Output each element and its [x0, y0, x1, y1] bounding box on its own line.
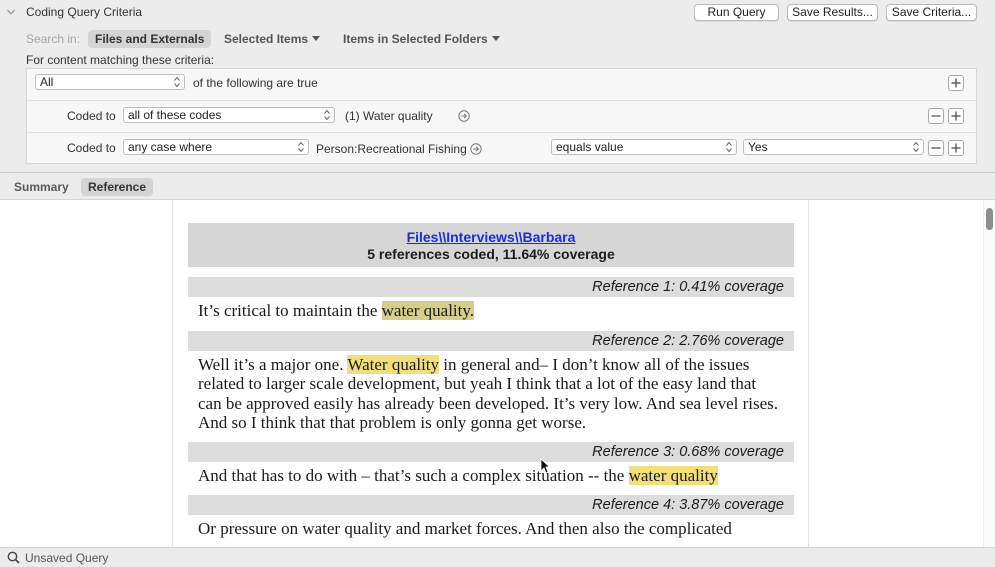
add-criterion-button[interactable]: [948, 140, 964, 156]
view-tab-bar: Summary Reference: [0, 172, 995, 200]
text-line: can be approved easily has already been …: [198, 393, 778, 413]
coded-highlight: water quality: [628, 466, 718, 485]
caret-down-icon: [491, 36, 500, 41]
scrollbar-thumb[interactable]: [986, 208, 993, 230]
value-select-value: Yes: [748, 140, 768, 154]
text-line: And so I think that that problem is only…: [198, 412, 587, 432]
updown-arrows-icon: [298, 141, 304, 153]
coded-to-label: Coded to: [67, 109, 116, 123]
selected-code-label: (1) Water quality: [345, 109, 433, 123]
plus-icon: [951, 111, 961, 121]
file-link[interactable]: Files\\Interviews\\Barbara: [188, 229, 794, 246]
minus-icon: [931, 115, 941, 117]
updown-arrows-icon: [913, 141, 919, 153]
add-criterion-button[interactable]: [948, 75, 964, 91]
criteria-row-match: All of the following are true: [27, 69, 976, 101]
reference-header: Reference 4: 3.87% coverage: [188, 495, 794, 515]
criteria-row-codes: Coded to all of these codes (1) Water qu…: [27, 100, 976, 132]
reference-text: It’s critical to maintain the water qual…: [198, 301, 798, 320]
coded-highlight: water quality.: [381, 301, 475, 320]
criteria-row-case: Coded to any case where Person:Recreatio…: [27, 132, 976, 164]
file-header: Files\\Interviews\\Barbara 5 references …: [188, 223, 794, 267]
codes-operator-select[interactable]: all of these codes: [123, 107, 335, 123]
comparison-select[interactable]: equals value: [551, 139, 737, 155]
search-in-label: Search in:: [26, 32, 81, 46]
plus-icon: [951, 143, 961, 153]
page-left-edge: [172, 200, 173, 547]
text-run: And that has to do with – that’s such a …: [198, 466, 629, 485]
circle-arrow-right-icon[interactable]: [470, 143, 482, 155]
reference-text: Well it’s a major one. Water quality in …: [198, 355, 798, 432]
vertical-scrollbar[interactable]: [983, 200, 995, 547]
text-run: Well it’s a major one.: [198, 355, 348, 374]
reference-header: Reference 1: 0.41% coverage: [188, 277, 794, 297]
plus-icon: [951, 78, 961, 88]
tab-summary[interactable]: Summary: [7, 178, 76, 196]
add-criterion-button[interactable]: [948, 108, 964, 124]
attribute-label: Person:Recreational Fishing: [316, 142, 467, 156]
match-mode-value: All: [40, 75, 54, 89]
panel-title: Coding Query Criteria: [26, 5, 143, 19]
circle-arrow-right-icon[interactable]: [458, 110, 470, 122]
mouse-pointer-icon: [540, 458, 550, 474]
run-query-button[interactable]: Run Query: [694, 4, 779, 21]
match-suffix-label: of the following are true: [193, 76, 318, 90]
save-results-button[interactable]: Save Results...: [787, 4, 878, 21]
scope-files-and-externals[interactable]: Files and Externals: [88, 30, 212, 48]
scope-items-in-selected-folders[interactable]: Items in Selected Folders: [336, 30, 507, 48]
criteria-panel: Coding Query Criteria Run Query Save Res…: [0, 0, 995, 172]
codes-operator-value: all of these codes: [128, 108, 222, 122]
reference-view: Files\\Interviews\\Barbara 5 references …: [0, 200, 995, 547]
reference-text: And that has to do with – that’s such a …: [198, 466, 798, 485]
remove-criterion-button[interactable]: [928, 140, 944, 156]
remove-criterion-button[interactable]: [928, 108, 944, 124]
reference-header: Reference 2: 2.76% coverage: [188, 331, 794, 351]
selected-items-label: Selected Items: [224, 32, 309, 46]
chevron-down-icon[interactable]: [6, 7, 16, 17]
content-matching-label: For content matching these criteria:: [26, 53, 215, 67]
caret-down-icon: [312, 36, 321, 41]
save-criteria-button[interactable]: Save Criteria...: [886, 4, 977, 21]
value-select[interactable]: Yes: [743, 139, 924, 155]
updown-arrows-icon: [174, 76, 180, 88]
text-run: It’s critical to maintain the: [198, 301, 382, 320]
coded-to-label: Coded to: [67, 141, 116, 155]
case-operator-value: any case where: [128, 140, 213, 154]
query-magnifier-icon: [7, 551, 20, 564]
reference-header: Reference 3: 0.68% coverage: [188, 442, 794, 462]
comparison-value: equals value: [556, 140, 624, 154]
coded-highlight: Water quality: [347, 355, 440, 374]
items-in-folders-label: Items in Selected Folders: [343, 32, 488, 46]
case-operator-select[interactable]: any case where: [123, 139, 309, 155]
text-line: related to larger scale development, but…: [198, 374, 757, 394]
query-status-text: Unsaved Query: [25, 551, 109, 565]
status-bar: Unsaved Query: [0, 547, 995, 567]
tab-reference[interactable]: Reference: [81, 178, 154, 196]
criteria-rows: All of the following are true Coded to a…: [26, 68, 977, 164]
reference-text: Or pressure on water quality and market …: [198, 519, 732, 538]
match-mode-select[interactable]: All: [35, 74, 185, 90]
updown-arrows-icon: [324, 109, 330, 121]
coverage-summary: 5 references coded, 11.64% coverage: [367, 246, 615, 262]
scope-selected-items[interactable]: Selected Items: [217, 30, 327, 48]
text-line: Well it’s a major one. Water quality in …: [198, 355, 798, 374]
minus-icon: [931, 147, 941, 149]
updown-arrows-icon: [726, 141, 732, 153]
page-right-edge: [808, 200, 809, 547]
text-run: in general and– I don’t know all of the …: [439, 355, 750, 374]
